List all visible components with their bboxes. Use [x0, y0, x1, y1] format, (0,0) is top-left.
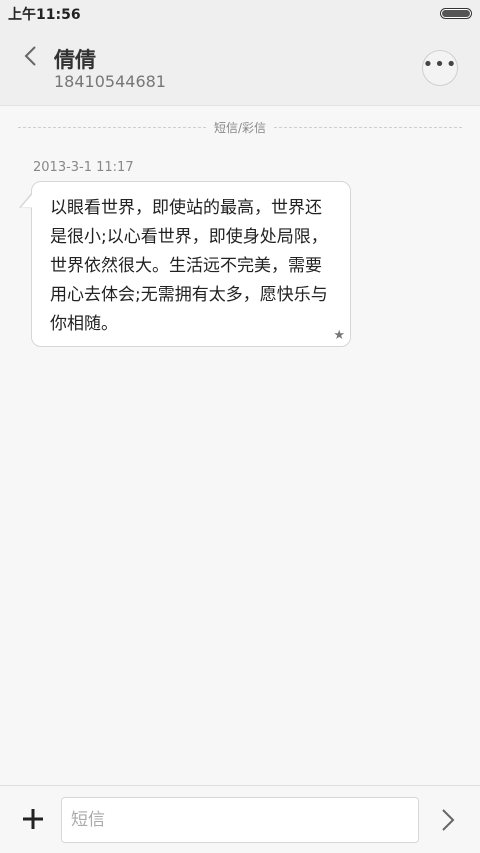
- star-icon: ★: [333, 328, 345, 343]
- plus-icon: [23, 809, 43, 829]
- message-timestamp: 2013-3-1 11:17: [33, 160, 134, 175]
- add-attachment-button[interactable]: [18, 804, 48, 834]
- more-horizontal-icon: •••: [422, 54, 458, 75]
- contact-name: 倩倩: [54, 48, 96, 72]
- send-button[interactable]: [438, 807, 458, 833]
- status-bar: 上午11:56: [0, 0, 480, 26]
- conversation-header: 倩倩 18410544681 •••: [0, 26, 480, 106]
- divider-label: 短信/彩信: [213, 120, 267, 135]
- message-input[interactable]: [61, 797, 419, 843]
- message-bubble[interactable]: 以眼看世界，即使站的最高，世界还是很小;以心看世界，即使身处局限，世界依然很大。…: [31, 181, 351, 347]
- contact-number: 18410544681: [54, 72, 166, 91]
- more-options-button[interactable]: •••: [422, 50, 458, 86]
- chevron-left-icon: [24, 46, 36, 66]
- status-time: 上午11:56: [8, 7, 81, 23]
- divider-line: [274, 126, 463, 128]
- battery-level: [442, 10, 470, 17]
- battery-icon: [440, 8, 472, 19]
- message-text: 以眼看世界，即使站的最高，世界还是很小;以心看世界，即使身处局限，世界依然很大。…: [50, 198, 328, 334]
- message-type-divider: 短信/彩信: [18, 118, 463, 136]
- back-button[interactable]: [14, 40, 46, 72]
- compose-bar: [0, 785, 480, 853]
- divider-line: [18, 126, 206, 128]
- chevron-right-icon: [442, 809, 455, 831]
